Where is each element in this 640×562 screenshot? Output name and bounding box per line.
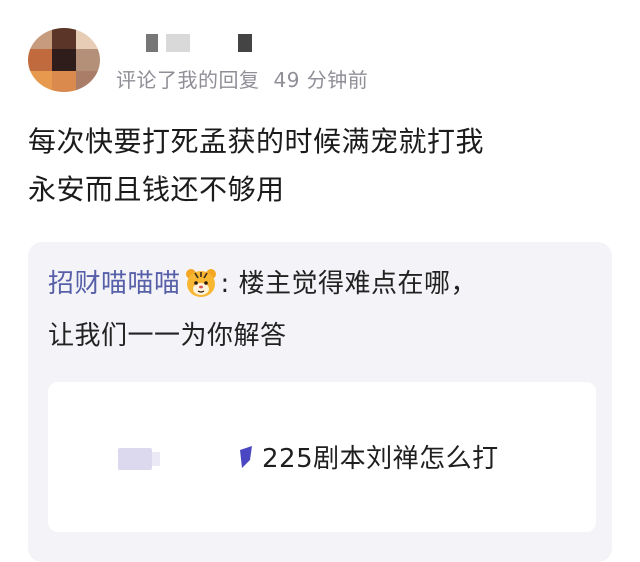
comment-line: 每次快要打死孟获的时候满宠就打我	[28, 125, 485, 158]
linked-post-title[interactable]: 225剧本刘禅怎么打	[262, 438, 499, 475]
username-redacted[interactable]	[128, 28, 268, 54]
quoted-reply[interactable]: 招财喵喵喵 : 楼主觉得难点在哪， 让我们一一为你解答 225剧本刘禅怎么打	[28, 242, 612, 562]
quoted-reply-text: 招财喵喵喵 : 楼主觉得难点在哪， 让我们一一为你解答	[48, 258, 598, 362]
comment-line: 永安而且钱还不够用	[28, 173, 285, 206]
comment-text: 每次快要打死孟获的时候满宠就打我 永安而且钱还不够用	[28, 118, 618, 214]
avatar[interactable]	[28, 28, 100, 92]
comment-meta: 评论了我的回复 49 分钟前	[116, 64, 368, 93]
tiger-face-icon	[185, 269, 216, 297]
meta-action: 评论了我的回复	[116, 68, 260, 92]
meta-time: 49 分钟前	[273, 68, 369, 92]
quote-line2: 让我们一一为你解答	[48, 321, 287, 351]
linked-post-card[interactable]: 225剧本刘禅怎么打	[48, 382, 596, 532]
quote-colon: :	[220, 269, 230, 299]
quote-line1: 楼主觉得难点在哪，	[238, 269, 478, 299]
quoted-username[interactable]: 招财喵喵喵	[48, 269, 181, 299]
thumbnail-redacted	[118, 448, 160, 470]
flag-icon	[240, 446, 252, 468]
